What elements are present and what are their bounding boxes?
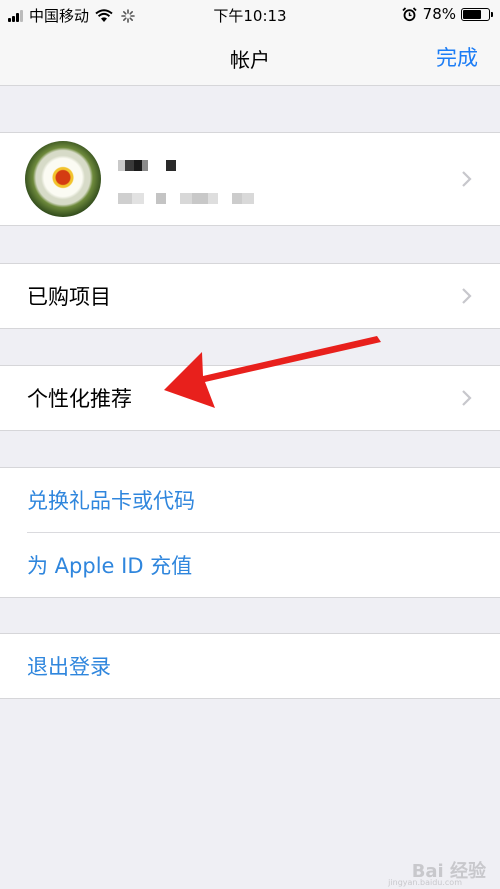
- battery-icon: [461, 7, 493, 21]
- watermark-url: jingyan.baidu.com: [388, 878, 462, 887]
- status-bar: 中国移动 下午10:13 78%: [0, 0, 500, 30]
- status-right: 78%: [402, 5, 493, 23]
- redeem-gift-card-cell[interactable]: 兑换礼品卡或代码: [0, 468, 500, 532]
- funds-section: 兑换礼品卡或代码 为 Apple ID 充值: [0, 467, 500, 598]
- avatar: [25, 141, 101, 217]
- purchased-items-cell[interactable]: 已购项目: [0, 264, 500, 328]
- sign-out-section: 退出登录: [0, 633, 500, 699]
- purchased-section: 已购项目: [0, 263, 500, 329]
- sign-out-cell[interactable]: 退出登录: [0, 634, 500, 698]
- purchased-items-label: 已购项目: [27, 285, 111, 309]
- navigation-bar: 帐户 完成: [0, 30, 500, 86]
- redeem-gift-card-label: 兑换礼品卡或代码: [27, 489, 195, 513]
- profile-cell[interactable]: [0, 133, 500, 225]
- personalized-recommendations-label: 个性化推荐: [27, 387, 132, 411]
- battery-percent: 78%: [422, 5, 456, 23]
- redacted-name: [118, 152, 176, 171]
- add-funds-cell[interactable]: 为 Apple ID 充值: [0, 533, 500, 597]
- add-funds-label: 为 Apple ID 充值: [27, 554, 193, 578]
- profile-section: [0, 132, 500, 226]
- chevron-right-icon: [462, 288, 472, 304]
- page-title: 帐户: [230, 48, 270, 72]
- alarm-icon: [402, 6, 417, 21]
- chevron-right-icon: [462, 390, 472, 406]
- personalized-recommendations-cell[interactable]: 个性化推荐: [0, 366, 500, 430]
- personalized-section: 个性化推荐: [0, 365, 500, 431]
- done-button[interactable]: 完成: [436, 42, 478, 72]
- redacted-email: [118, 185, 254, 204]
- sign-out-label: 退出登录: [27, 655, 111, 679]
- chevron-right-icon: [462, 171, 472, 187]
